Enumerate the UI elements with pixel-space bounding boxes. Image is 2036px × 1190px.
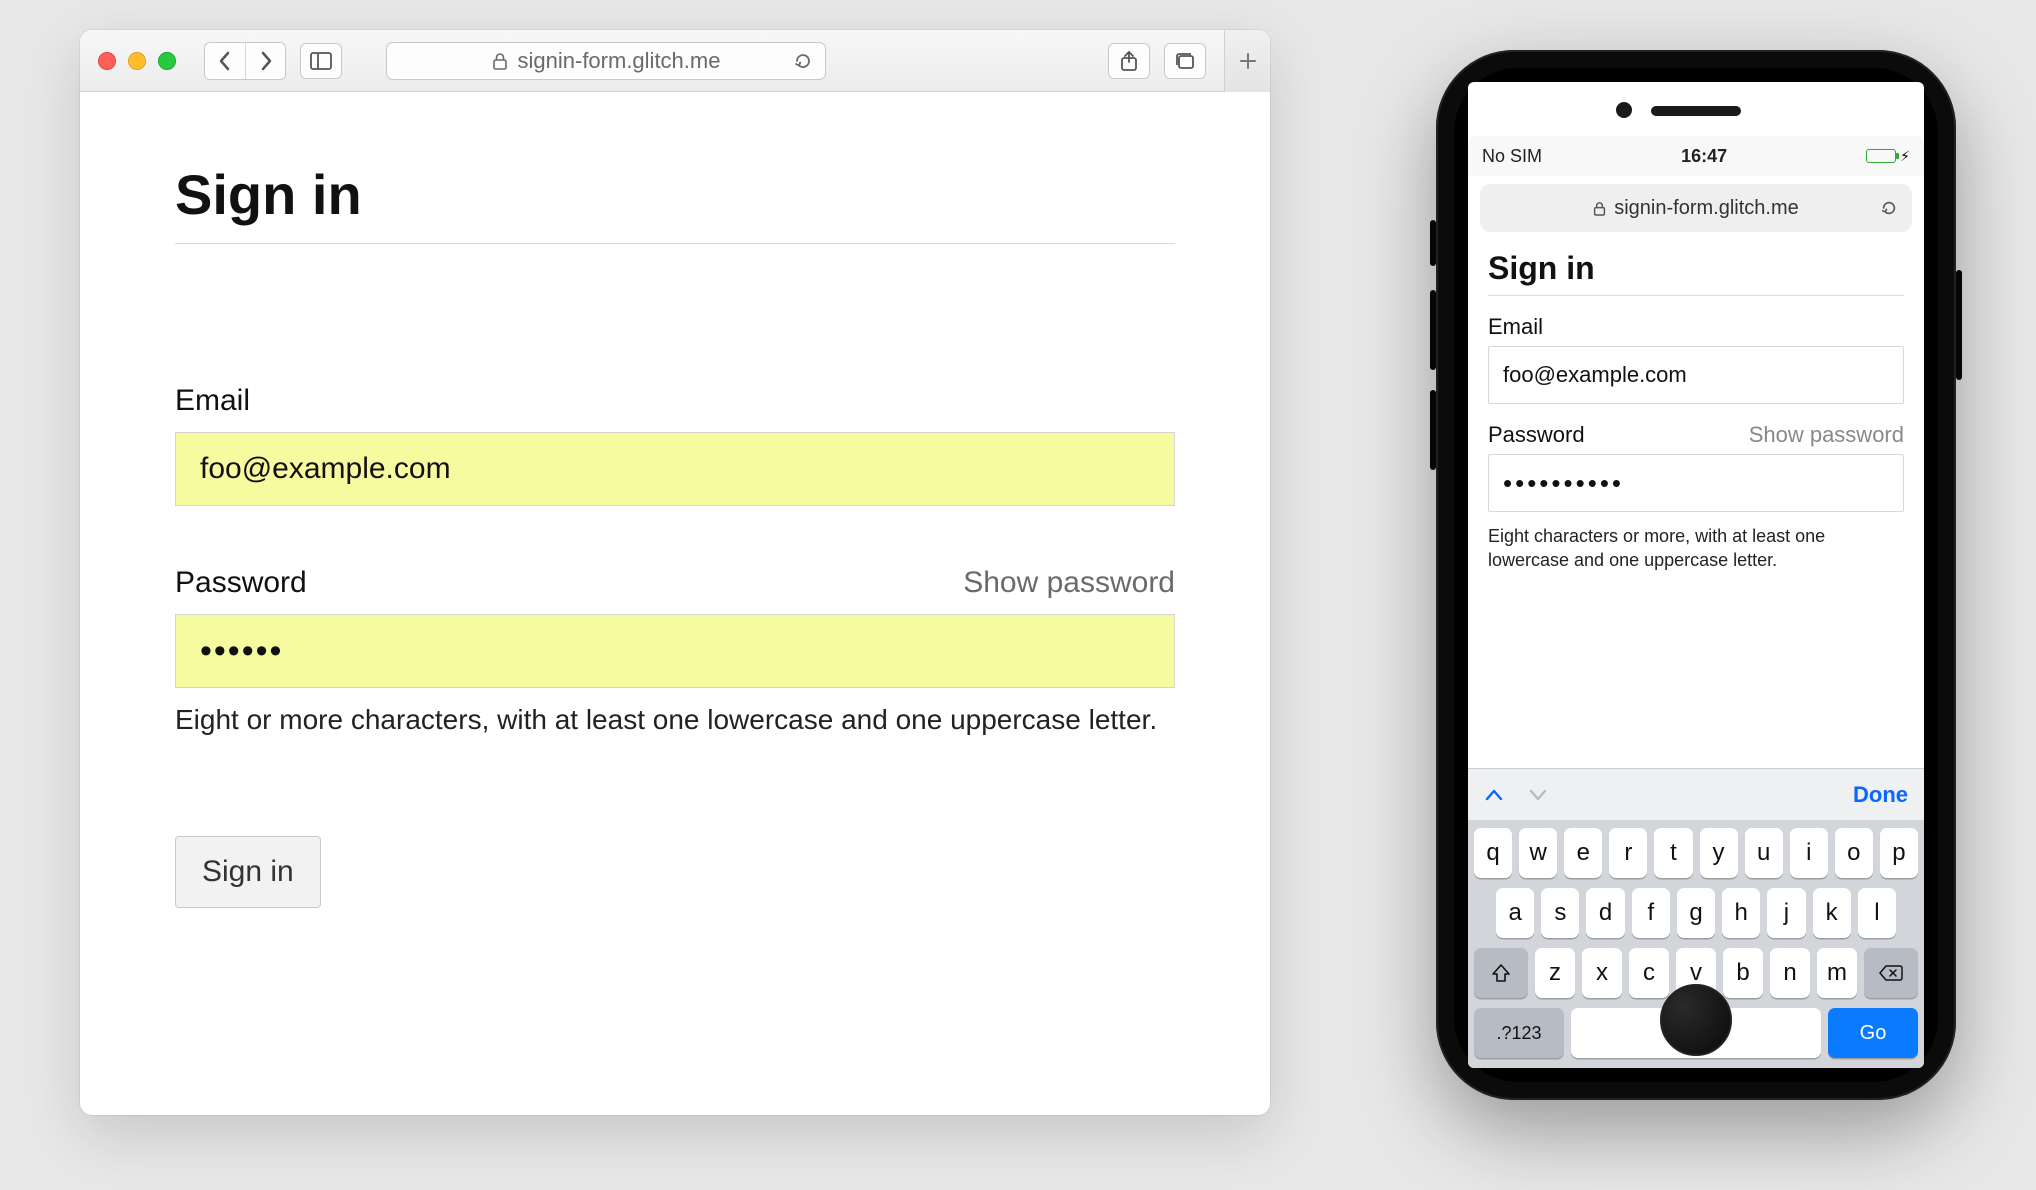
email-group: Email [175,384,1175,506]
key-g[interactable]: g [1677,888,1715,938]
reload-icon[interactable] [793,51,813,71]
password-group: Password Show password Eight or more cha… [175,566,1175,736]
key-e[interactable]: e [1564,828,1602,878]
home-button[interactable] [1660,984,1732,1056]
url-text: signin-form.glitch.me [518,48,721,74]
tabs-button[interactable] [1164,43,1206,79]
lock-icon [1593,201,1606,216]
show-password-toggle[interactable]: Show password [1749,422,1904,448]
key-n[interactable]: n [1770,948,1810,998]
key-t[interactable]: t [1654,828,1692,878]
close-window-button[interactable] [98,52,116,70]
clock-text: 16:47 [1681,146,1727,167]
key-w[interactable]: w [1519,828,1557,878]
nav-buttons [204,42,286,80]
password-label: Password [175,566,307,600]
page-title: Sign in [1488,250,1904,296]
key-c[interactable]: c [1629,948,1669,998]
share-button[interactable] [1108,43,1150,79]
key-y[interactable]: y [1700,828,1738,878]
key-u[interactable]: u [1745,828,1783,878]
key-i[interactable]: i [1790,828,1828,878]
window-controls [98,52,176,70]
keyboard-done-button[interactable]: Done [1853,782,1908,808]
key-o[interactable]: o [1835,828,1873,878]
key-b[interactable]: b [1723,948,1763,998]
carrier-text: No SIM [1482,146,1542,167]
key-p[interactable]: p [1880,828,1918,878]
power-button [1956,270,1962,380]
toolbar-right [1108,30,1252,92]
iphone-device: No SIM 16:47 ⚡︎ signin-form.glitch.me Si… [1436,50,1956,1100]
key-m[interactable]: m [1817,948,1857,998]
signin-button[interactable]: Sign in [175,836,321,908]
key-j[interactable]: j [1767,888,1805,938]
key-a[interactable]: a [1496,888,1534,938]
ios-statusbar: No SIM 16:47 ⚡︎ [1468,136,1924,176]
key-z[interactable]: z [1535,948,1575,998]
go-key[interactable]: Go [1828,1008,1918,1058]
key-d[interactable]: d [1586,888,1624,938]
email-input[interactable] [1488,346,1904,404]
key-h[interactable]: h [1722,888,1760,938]
page-content: Sign in Email Password Show password Eig… [80,92,1270,1115]
key-x[interactable]: x [1582,948,1622,998]
fullscreen-window-button[interactable] [158,52,176,70]
keyboard-row-1: qwertyuiop [1474,828,1918,878]
reload-icon[interactable] [1880,199,1898,217]
sidebar-toggle-button[interactable] [300,43,342,79]
battery-indicator: ⚡︎ [1866,148,1910,165]
password-hint: Eight or more characters, with at least … [175,704,1175,736]
show-password-toggle[interactable]: Show password [963,566,1175,600]
minimize-window-button[interactable] [128,52,146,70]
ios-url-text: signin-form.glitch.me [1614,197,1799,220]
password-label: Password [1488,422,1585,448]
password-hint: Eight characters or more, with at least … [1488,524,1904,573]
speaker-grille [1651,106,1741,116]
front-camera [1616,102,1632,118]
mute-switch [1430,220,1436,266]
safari-toolbar: signin-form.glitch.me [80,30,1270,92]
new-tab-button[interactable] [1224,30,1270,92]
keyboard-row-2: asdfghjkl [1474,888,1918,938]
key-q[interactable]: q [1474,828,1512,878]
ios-address-bar[interactable]: signin-form.glitch.me [1480,184,1912,232]
charging-icon: ⚡︎ [1900,148,1910,165]
password-input[interactable] [175,614,1175,688]
key-s[interactable]: s [1541,888,1579,938]
back-button[interactable] [205,43,245,79]
ios-page-content: Sign in Email Password Show password Eig… [1468,240,1924,768]
key-f[interactable]: f [1632,888,1670,938]
forward-button[interactable] [245,43,285,79]
volume-up-button [1430,290,1436,370]
numbers-key[interactable]: .?123 [1474,1008,1564,1058]
password-input[interactable] [1488,454,1904,512]
email-input[interactable] [175,432,1175,506]
key-r[interactable]: r [1609,828,1647,878]
volume-down-button [1430,390,1436,470]
safari-window: signin-form.glitch.me Sign in Email [80,30,1270,1115]
backspace-key[interactable] [1864,948,1918,998]
address-bar[interactable]: signin-form.glitch.me [386,42,826,80]
key-k[interactable]: k [1813,888,1851,938]
next-field-button[interactable] [1528,788,1548,802]
prev-field-button[interactable] [1484,788,1504,802]
lock-icon [492,52,508,70]
page-title: Sign in [175,162,1175,244]
email-label: Email [175,384,250,418]
iphone-screen: No SIM 16:47 ⚡︎ signin-form.glitch.me Si… [1468,82,1924,1068]
key-l[interactable]: l [1858,888,1896,938]
keyboard-accessory-bar: Done [1468,768,1924,820]
shift-key[interactable] [1474,948,1528,998]
email-label: Email [1488,314,1543,340]
